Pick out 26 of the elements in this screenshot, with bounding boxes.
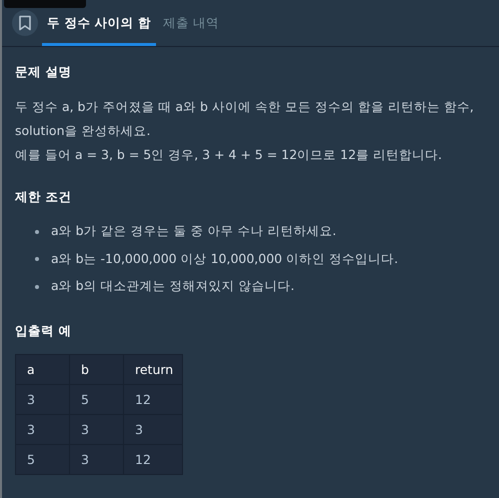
table-cell: 12 xyxy=(124,444,182,474)
table-cell: 3 xyxy=(16,414,70,444)
bullet-icon xyxy=(35,230,39,234)
bullet-icon xyxy=(35,284,39,289)
bookmark-icon xyxy=(18,15,32,31)
tab[interactable]: 두 정수 사이의 합 xyxy=(42,0,156,46)
constraint-text: a와 b가 같은 경우는 둘 중 아무 수나 리턴하세요. xyxy=(51,223,336,240)
constraint-text: a와 b는 -10,000,000 이상 10,000,000 이하인 정수입니다. xyxy=(51,250,398,268)
bookmark-button[interactable] xyxy=(12,10,38,36)
table-cell: 12 xyxy=(124,384,182,414)
section-heading: 제한 조건 xyxy=(15,189,72,206)
table-header-cell: b xyxy=(70,354,124,384)
section-heading: 문제 설명 xyxy=(15,64,72,81)
table-cell: 5 xyxy=(16,444,70,474)
section-heading: 입출력 예 xyxy=(15,322,72,340)
table-cell: 5 xyxy=(70,384,124,414)
table-cell: 3 xyxy=(16,384,70,414)
description-text: 두 정수 a, b가 주어졌을 때 a와 b 사이에 속한 모든 정수의 합을 리턴하는 함수, solution을 완성하세요. 예를 들어 a = 3, b = 5인 경우, 3 + 4 + 5 = 12이므로 12를 리턴합니다. xyxy=(15,98,475,164)
table-cell: 3 xyxy=(70,414,124,444)
bullet-icon xyxy=(35,257,39,262)
table-cell: 3 xyxy=(124,414,182,444)
tab[interactable]: 제출 내역 xyxy=(158,0,224,46)
table-header-cell: a xyxy=(16,354,70,384)
constraint-text: a와 b의 대소관계는 정해져있지 않습니다. xyxy=(51,278,294,296)
table-header-cell: return xyxy=(124,354,182,384)
table-cell: 3 xyxy=(70,444,124,474)
